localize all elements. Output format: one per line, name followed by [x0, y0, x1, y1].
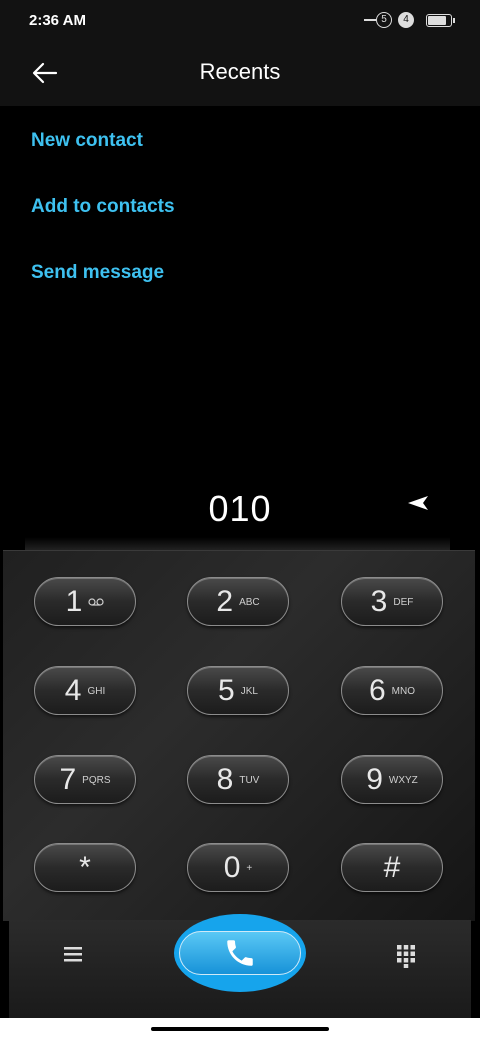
status-icons: 5 4 [364, 12, 455, 28]
home-indicator[interactable] [151, 1027, 329, 1031]
sim2-icon: 4 [398, 12, 414, 28]
call-button[interactable] [174, 914, 306, 992]
menu-icon[interactable] [62, 944, 84, 964]
voicemail-icon [88, 597, 104, 606]
send-message-link[interactable]: Send message [31, 258, 175, 324]
action-list: New contact Add to contacts Send message [31, 126, 175, 324]
sim2-indicator: 4 [398, 12, 414, 28]
key-star[interactable]: * [34, 843, 136, 892]
key-4[interactable]: 4 GHI [34, 666, 136, 715]
key-letters: GHI [87, 686, 106, 697]
battery-icon [426, 13, 455, 27]
key-6[interactable]: 6 MNO [341, 666, 443, 715]
key-9[interactable]: 9 WXYZ [341, 755, 443, 804]
status-time: 2:36 AM [29, 12, 86, 29]
key-letters: WXYZ [388, 775, 418, 786]
sim1-indicator: 5 [364, 12, 392, 28]
key-digit: 8 [216, 762, 234, 796]
add-to-contacts-link[interactable]: Add to contacts [31, 192, 175, 258]
new-contact-link[interactable]: New contact [31, 126, 175, 192]
key-digit: 6 [368, 673, 386, 707]
key-digit: 4 [64, 673, 82, 707]
key-digit: 0 [223, 850, 241, 884]
key-digit: 3 [370, 584, 388, 618]
key-2[interactable]: 2 ABC [187, 577, 289, 626]
key-digit: 7 [59, 762, 77, 796]
key-letters: ABC [239, 597, 260, 608]
backspace-icon[interactable] [406, 494, 430, 512]
dialer-screen: 2:36 AM 5 4 Recents New contact Add to c… [0, 0, 480, 1040]
phone-icon [227, 940, 253, 966]
dial-keypad: 1 2 ABC 3 DEF 4 GHI 5 JKL 6 MNO 7 PQRS 8 TUV 9 WXYZ * 0 + # [3, 550, 475, 921]
key-digit: 1 [65, 584, 83, 618]
key-3[interactable]: 3 DEF [341, 577, 443, 626]
key-letters: MNO [391, 686, 416, 697]
status-bar: 2:36 AM 5 4 [0, 0, 480, 42]
key-digit: 2 [216, 584, 234, 618]
system-nav-bar [0, 1018, 480, 1040]
app-bar: Recents [0, 42, 480, 106]
sim1-icon: 5 [376, 12, 392, 28]
key-letters: TUV [239, 775, 260, 786]
dialpad-icon[interactable] [396, 944, 416, 968]
key-0[interactable]: 0 + [187, 843, 289, 892]
key-letters: PQRS [82, 775, 111, 786]
key-8[interactable]: 8 TUV [187, 755, 289, 804]
key-7[interactable]: 7 PQRS [34, 755, 136, 804]
key-letters: JKL [240, 686, 258, 697]
key-hash[interactable]: # [341, 843, 443, 892]
key-digit: * [79, 850, 91, 884]
page-title: Recents [199, 59, 281, 84]
display-divider [25, 537, 450, 551]
bottom-bar [9, 914, 471, 1018]
key-digit: # [383, 850, 401, 884]
call-button-inner [179, 931, 301, 975]
key-digit: 9 [366, 762, 383, 796]
key-1[interactable]: 1 [34, 577, 136, 626]
key-digit: 5 [218, 673, 235, 707]
key-letters: + [246, 863, 253, 874]
key-5[interactable]: 5 JKL [187, 666, 289, 715]
key-letters: DEF [393, 597, 414, 608]
